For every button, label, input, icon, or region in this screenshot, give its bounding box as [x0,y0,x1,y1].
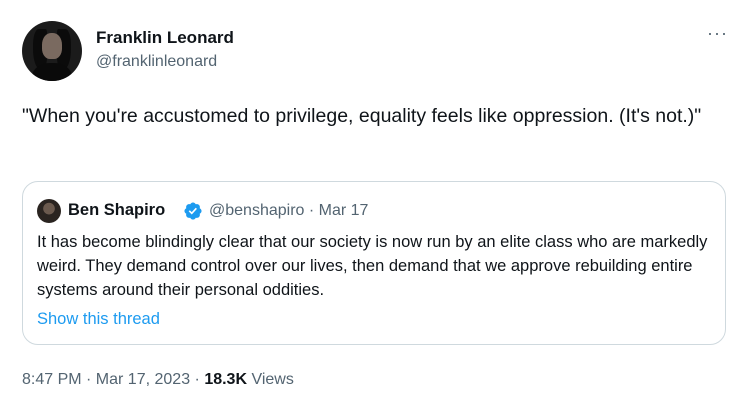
avatar-face [42,33,62,59]
views-label: Views [247,371,294,388]
quoted-author-handle-date: @benshapiro · Mar 17 [209,202,369,219]
author-display-name[interactable]: Franklin Leonard [96,28,234,48]
verified-badge-icon [184,202,202,220]
quoted-tweet-text: It has become blindingly clear that our … [37,233,708,299]
author-avatar[interactable] [22,21,82,81]
author-handle[interactable]: @franklinleonard [96,53,217,71]
views-count: 18.3K [204,371,248,388]
quoted-author-name: Ben Shapiro [68,201,166,219]
more-options-icon[interactable]: ··· [707,24,728,42]
tweet-text: "When you're accustomed to privilege, eq… [22,105,702,127]
tweet-meta: 8:47 PM · Mar 17, 2023 · 18.3K Views [22,371,294,389]
avatar-body [32,63,72,81]
show-thread-link[interactable]: Show this thread [37,310,160,329]
quoted-author-avatar [37,199,61,223]
tweet-timestamp[interactable]: 8:47 PM · Mar 17, 2023 [22,371,190,388]
meta-separator: · [190,371,205,388]
quoted-tweet-card[interactable]: Ben Shapiro @benshapiro · Mar 17 It has … [22,181,726,345]
